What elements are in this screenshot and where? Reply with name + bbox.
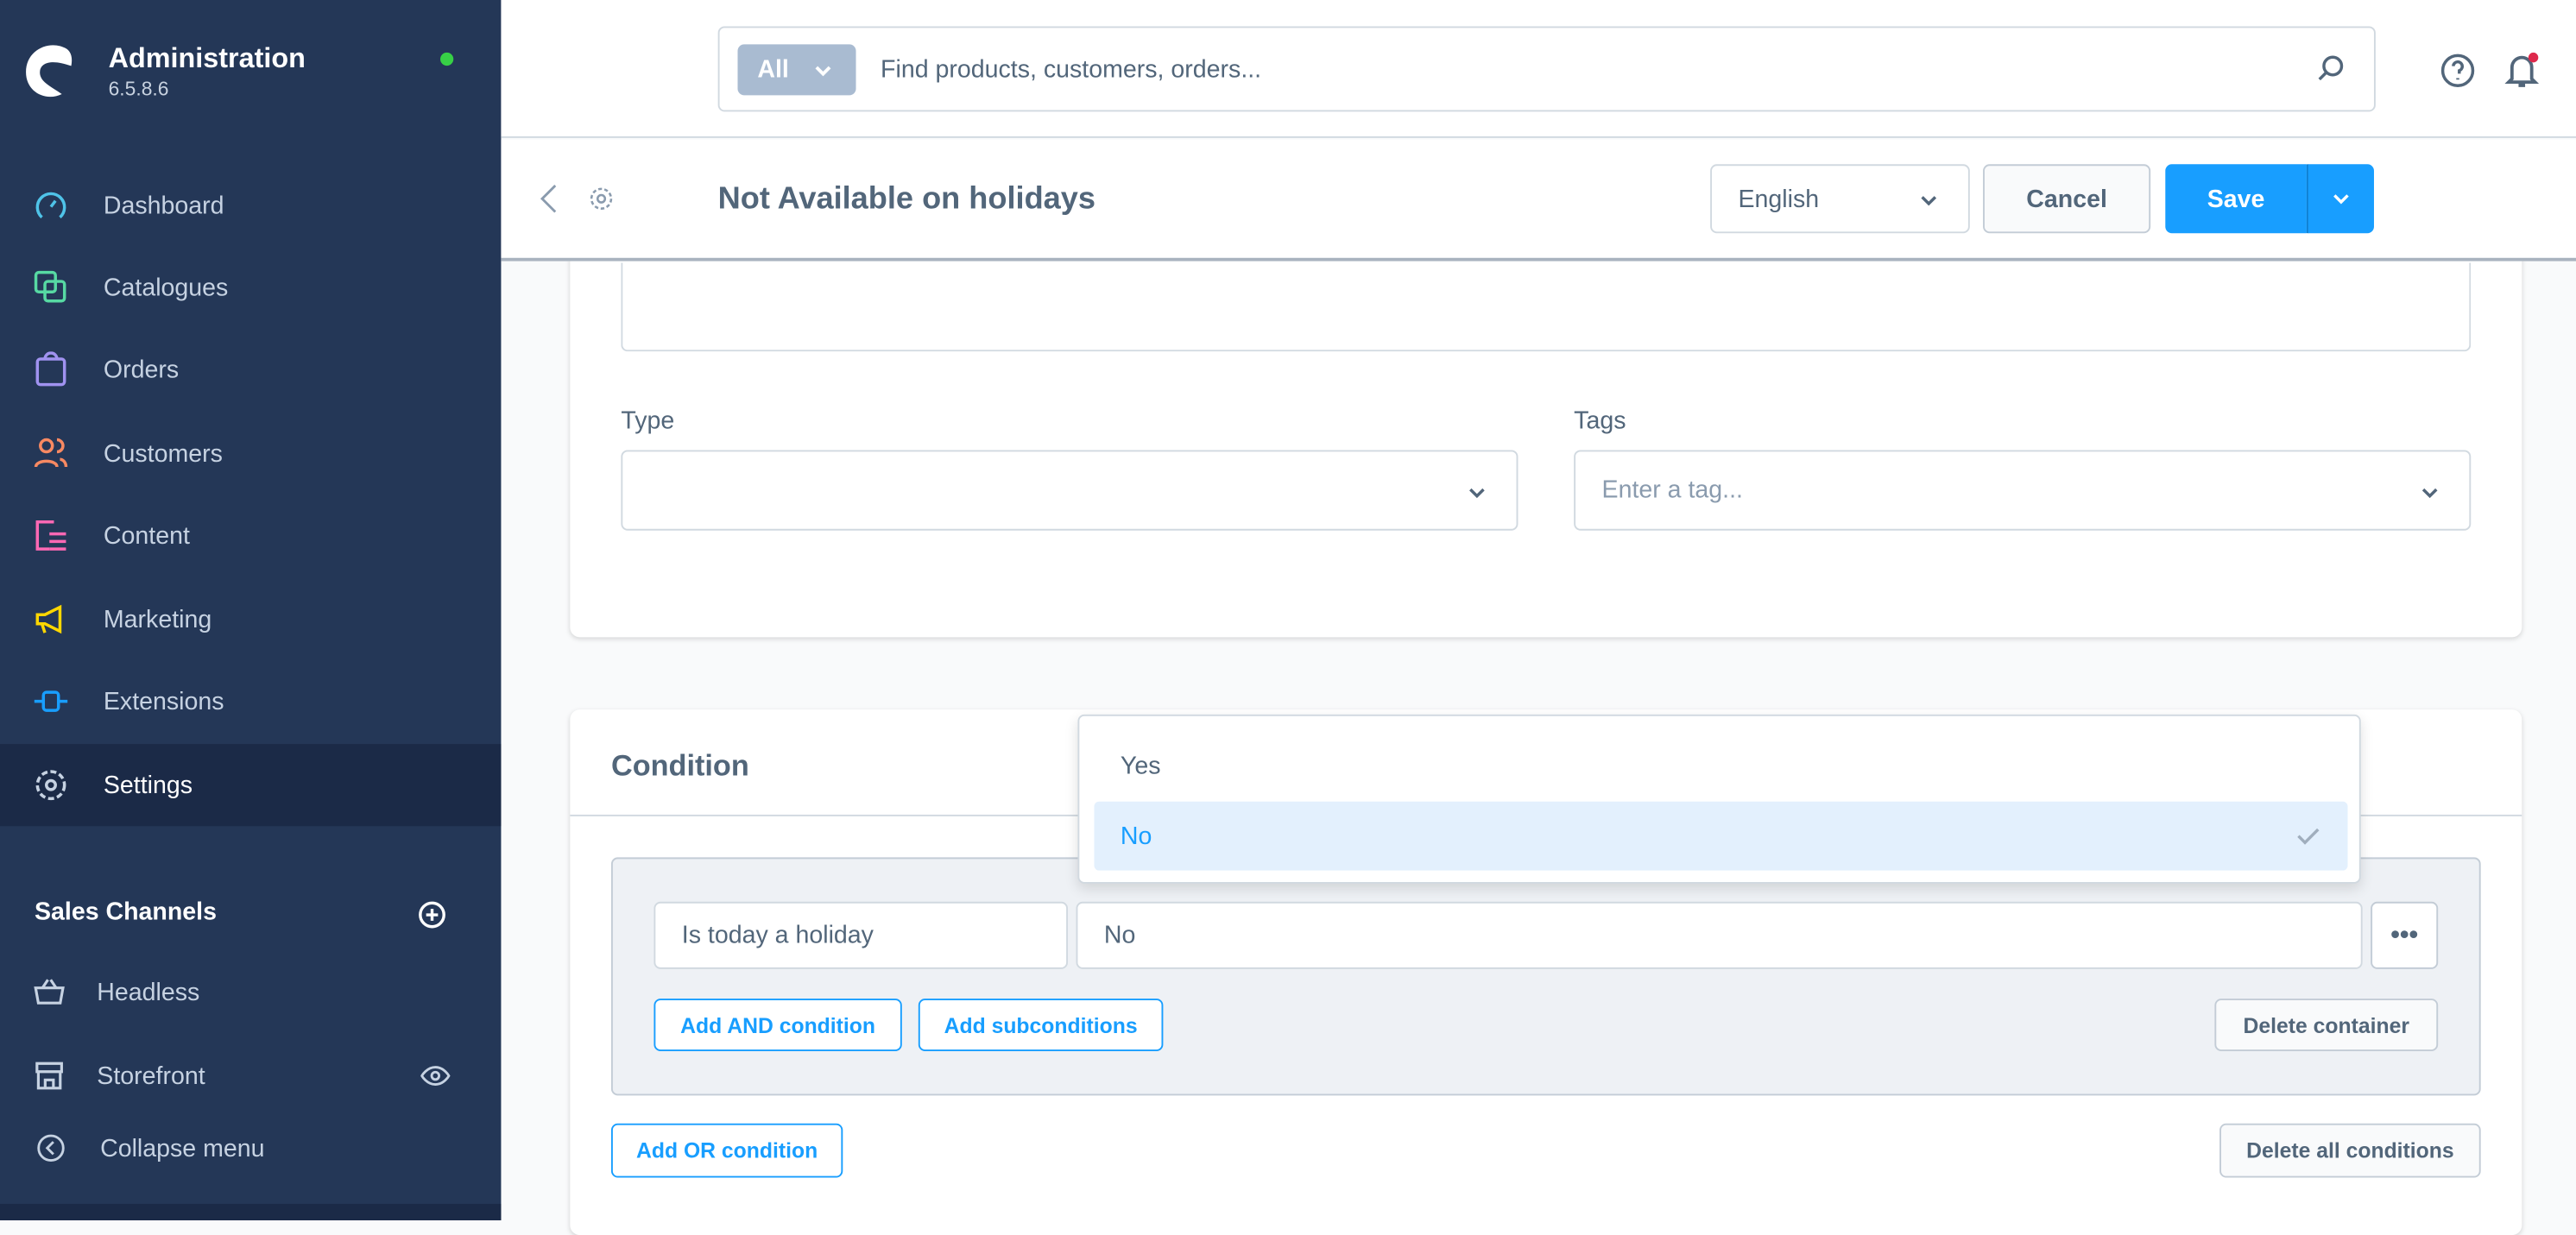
cancel-button[interactable]: Cancel [1983,164,2151,234]
language-select[interactable]: English [1710,164,1970,234]
tags-label: Tags [1574,406,1626,436]
search-type-select[interactable]: All [737,44,856,96]
dropdown-option-yes[interactable]: Yes [1094,731,2347,800]
add-sales-channel-icon[interactable] [417,900,446,929]
chevron-down-icon [2333,194,2349,205]
ellipsis-icon: ••• [2390,920,2419,949]
top-header: All [501,0,2576,138]
type-select[interactable] [621,450,1518,531]
tags-input[interactable]: Enter a tag... [1574,450,2472,531]
collapse-menu-button[interactable]: Collapse menu [0,1107,501,1189]
app-title: Administration [108,42,306,74]
customers-icon [34,438,68,468]
value-dropdown: Yes No [1077,714,2361,884]
delete-container-button[interactable]: Delete container [2214,999,2439,1051]
sidebar-item-customers[interactable]: Customers [0,413,501,495]
sidebar-item-content[interactable]: Content [0,495,501,577]
sidebar-channel-storefront[interactable]: Storefront [0,1035,501,1117]
smart-bar: Not Available on holidays English Cancel… [501,139,2576,261]
sales-channels-title: Sales Channels [34,898,218,927]
extensions-icon [34,690,68,712]
sidebar-item-marketing[interactable]: Marketing [0,578,501,660]
storefront-icon [35,1062,63,1090]
sidebar: Administration 6.5.8.6 Dashboard Catalog… [0,0,502,1221]
chevron-down-icon [815,66,831,77]
save-button[interactable]: Save [2165,164,2307,234]
sidebar-item-extensions[interactable]: Extensions [0,660,501,742]
global-search: All [717,26,2376,112]
sidebar-item-orders[interactable]: Orders [0,329,501,411]
checkmark-icon [2297,828,2320,845]
sidebar-item-settings[interactable]: Settings [0,744,502,827]
delete-all-conditions-button[interactable]: Delete all conditions [2219,1123,2481,1178]
marketing-icon [35,604,62,634]
back-chevron-icon[interactable] [537,182,560,215]
settings-gear-icon[interactable] [586,184,616,213]
chevron-down-icon [1469,488,1485,499]
condition-container [610,857,2481,1096]
help-icon[interactable] [2440,53,2476,89]
orders-icon [35,351,66,387]
settings-icon [35,770,66,801]
add-subconditions-button[interactable]: Add subconditions [918,999,1164,1051]
notifications-bell-icon[interactable] [2502,51,2541,91]
search-input[interactable] [881,28,2277,110]
shopware-logo [26,45,73,98]
sidebar-item-dashboard[interactable]: Dashboard [0,164,501,246]
chevron-left-circle-icon [37,1134,65,1162]
add-or-condition-button[interactable]: Add OR condition [610,1123,843,1178]
condition-title: Condition [610,748,749,782]
sidebar-item-catalogues[interactable]: Catalogues [0,246,501,328]
search-icon[interactable] [2316,54,2346,84]
type-label: Type [621,406,675,436]
catalogues-icon [34,270,66,303]
dashboard-icon [35,192,66,219]
chevron-down-icon [1921,196,1937,206]
save-options-button[interactable] [2306,164,2374,234]
status-indicator [440,52,454,66]
basket-icon [34,979,65,1005]
content-icon [35,520,66,551]
chevron-down-icon [2421,488,2438,499]
condition-value-select[interactable]: No [1076,901,2363,969]
more-options-button[interactable]: ••• [2371,901,2439,969]
sidebar-channel-headless[interactable]: Headless [0,951,501,1033]
dropdown-option-no[interactable]: No [1094,801,2348,871]
add-and-condition-button[interactable]: Add AND condition [653,999,902,1051]
page-title: Not Available on holidays [717,182,1096,217]
eye-icon[interactable] [420,1061,451,1090]
app-version: 6.5.8.6 [108,77,169,101]
condition-type-select[interactable]: Is today a holiday [653,901,1069,969]
description-textarea[interactable] [621,262,2472,352]
